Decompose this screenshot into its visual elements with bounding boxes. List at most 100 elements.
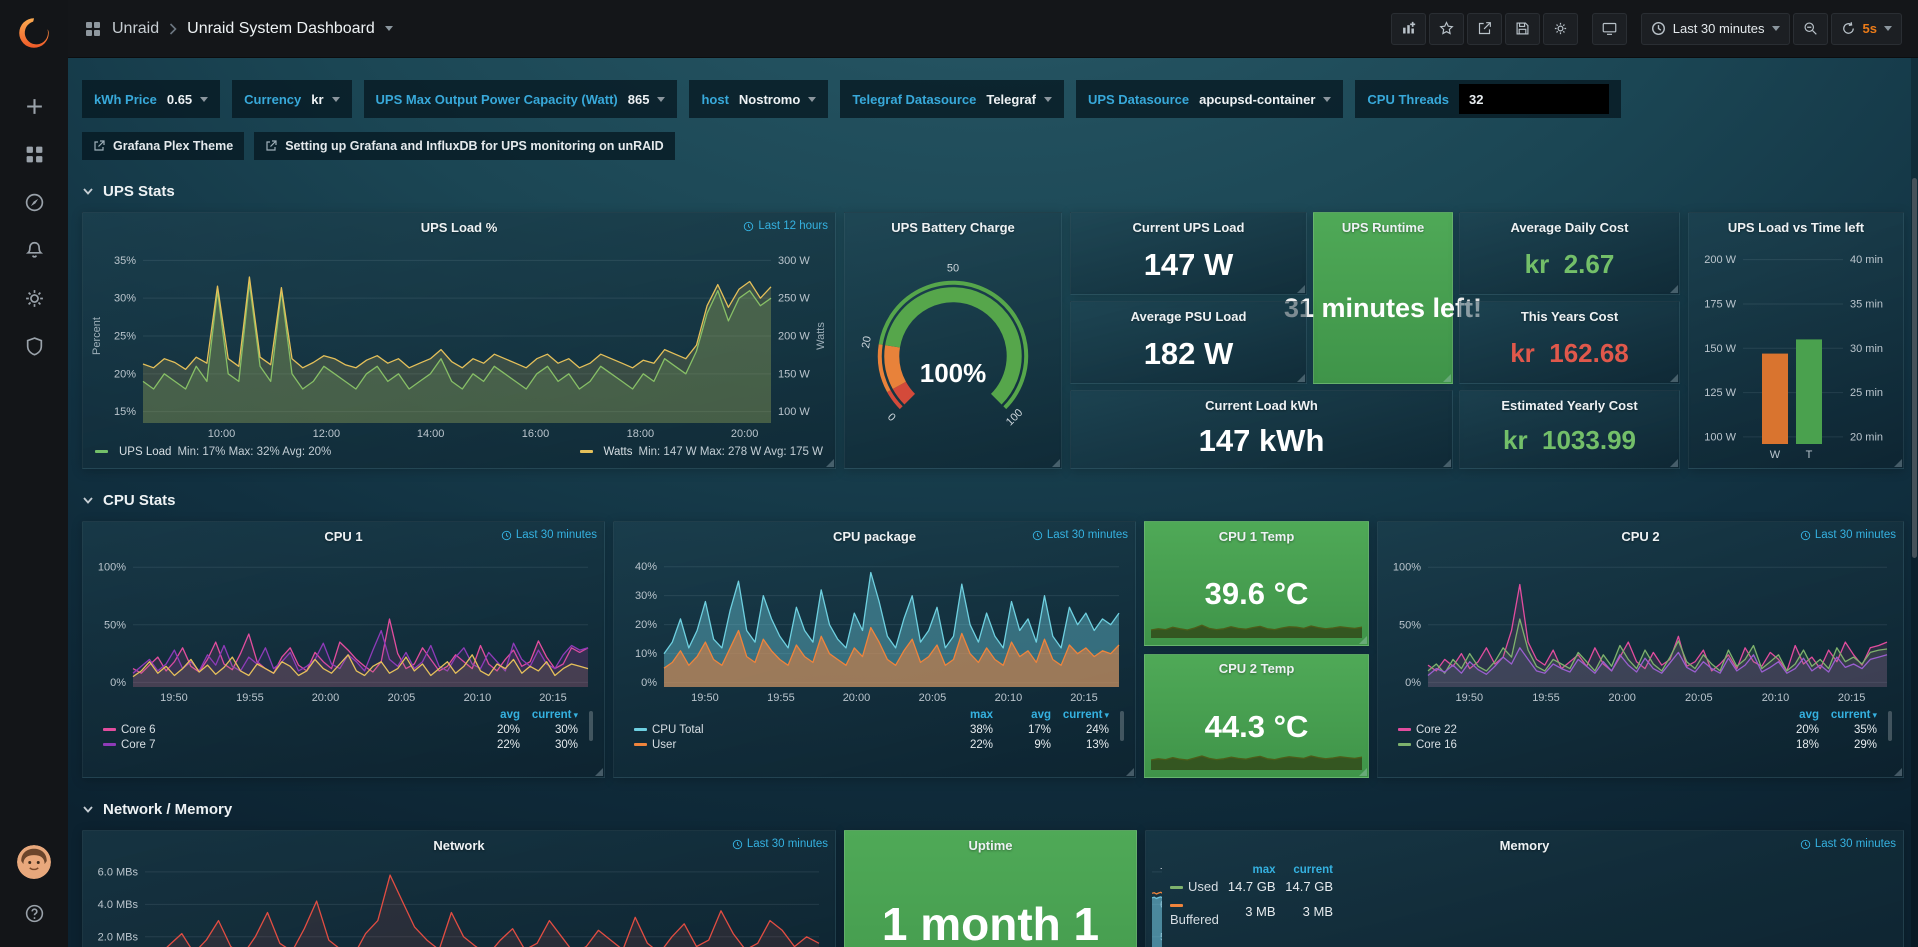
panel-title[interactable]: UPS Battery Charge <box>891 220 1015 235</box>
panel-title[interactable]: CPU 2 Temp <box>1219 661 1295 676</box>
star-button[interactable] <box>1429 13 1464 45</box>
legend-scrollbar[interactable] <box>589 711 593 741</box>
legend-item[interactable]: UPS LoadMin: 17% Max: 32% Avg: 20% <box>95 446 331 458</box>
dashboard-caret-icon[interactable] <box>385 26 393 31</box>
variable-telegraf-datasource[interactable]: Telegraf Datasource Telegraf <box>840 80 1064 118</box>
add-panel-button[interactable] <box>1391 13 1426 45</box>
avatar[interactable] <box>17 845 51 879</box>
panel-title[interactable]: Current Load kWh <box>1205 398 1318 413</box>
link-ups-monitoring-guide[interactable]: Setting up Grafana and InfluxDB for UPS … <box>254 132 674 160</box>
battery-gauge[interactable]: 02050100100% <box>851 241 1055 462</box>
variable-host[interactable]: host Nostromo <box>689 80 828 118</box>
variable-ups-datasource[interactable]: UPS Datasource apcupsd-container <box>1076 80 1343 118</box>
scrollbar-thumb[interactable] <box>1912 178 1917 558</box>
svg-text:4.0 MBs: 4.0 MBs <box>98 899 139 911</box>
legend-sort-header[interactable]: current <box>1280 863 1337 877</box>
load-vs-time-chart[interactable]: 200 W175 W150 W125 W100 W40 min35 min30 … <box>1695 241 1897 462</box>
panel-uptime: Uptime 1 month 1 <box>844 830 1137 947</box>
panel-cpu-package: CPU package Last 30 minutes 40%30%20%10%… <box>613 521 1136 778</box>
grafana-logo-icon[interactable] <box>13 12 55 54</box>
dashboard-links-row: Grafana Plex Theme Setting up Grafana an… <box>82 132 1904 160</box>
explore-icon[interactable] <box>0 178 68 226</box>
refresh-icon <box>1841 21 1856 36</box>
legend-sort-header[interactable]: avg <box>1765 708 1823 722</box>
server-admin-icon[interactable] <box>0 322 68 370</box>
legend-scrollbar[interactable] <box>1120 711 1124 741</box>
panel-title[interactable]: CPU package <box>833 529 916 544</box>
section-ups-stats[interactable]: UPS Stats <box>82 178 1904 204</box>
panel-title[interactable]: Average Daily Cost <box>1510 220 1628 235</box>
svg-text:35 min: 35 min <box>1850 298 1883 310</box>
save-button[interactable] <box>1505 13 1540 45</box>
panel-title[interactable]: Current UPS Load <box>1133 220 1245 235</box>
legend-sort-header[interactable]: avg <box>466 708 524 722</box>
panel-title[interactable]: Memory <box>1500 838 1550 853</box>
chevron-down-icon <box>82 803 94 815</box>
memory-chart[interactable]: 70.000000 GB60.000000 GB50.000000 GB <box>1152 859 1162 947</box>
apps-icon[interactable] <box>84 20 102 38</box>
panel-ups-load-vs-time-left: UPS Load vs Time left 200 W175 W150 W125… <box>1688 212 1904 469</box>
ups-load-chart[interactable]: 35%30%25%20%15%Percent300 W250 W200 W150… <box>89 241 829 441</box>
cpu-threads-input[interactable] <box>1459 84 1609 114</box>
svg-text:100%: 100% <box>920 358 987 388</box>
cpu-package-legend: maxavgcurrent▾CPU Total38%17%24%User22%9… <box>620 705 1129 771</box>
page-scrollbar[interactable] <box>1911 58 1918 947</box>
variable-currency[interactable]: Currency kr <box>232 80 351 118</box>
panel-title[interactable]: UPS Runtime <box>1342 220 1424 235</box>
refresh-button[interactable]: 5s <box>1831 13 1902 45</box>
dashboards-icon[interactable] <box>0 130 68 178</box>
legend-sort-header[interactable]: max <box>1223 863 1280 877</box>
legend-sort-header[interactable]: max <box>939 708 997 722</box>
cpu2-chart[interactable]: 100%50%0%19:5019:5520:0020:0520:1020:15 <box>1384 550 1897 705</box>
legend-item[interactable]: WattsMin: 147 W Max: 278 W Avg: 175 W <box>580 446 823 458</box>
configuration-icon[interactable] <box>0 274 68 322</box>
panel-title[interactable]: This Years Cost <box>1521 309 1618 324</box>
panel-title[interactable]: CPU 2 <box>1621 529 1659 544</box>
time-picker-button[interactable]: Last 30 minutes <box>1641 13 1790 45</box>
tv-kiosk-button[interactable] <box>1592 13 1627 45</box>
chevron-down-icon <box>332 97 340 102</box>
panel-estimated-yearly-cost: Estimated Yearly Cost kr 1033.99 <box>1459 390 1680 469</box>
dashboard-title[interactable]: Unraid System Dashboard <box>187 20 375 38</box>
chevron-down-icon <box>82 494 94 506</box>
create-icon[interactable] <box>0 82 68 130</box>
legend-sort-header[interactable]: current▾ <box>1055 708 1113 722</box>
clock-icon <box>501 530 512 541</box>
section-cpu-stats[interactable]: CPU Stats <box>82 487 1904 513</box>
svg-text:50%: 50% <box>1399 619 1421 631</box>
legend-swatch <box>103 728 116 731</box>
panel-title[interactable]: CPU 1 Temp <box>1219 529 1295 544</box>
panel-title[interactable]: Uptime <box>968 838 1012 853</box>
variable-kwh-price[interactable]: kWh Price 0.65 <box>82 80 220 118</box>
svg-text:0: 0 <box>885 411 898 424</box>
legend-sort-header[interactable]: current▾ <box>524 708 582 722</box>
panel-title[interactable]: Average PSU Load <box>1131 309 1247 324</box>
legend-sort-header[interactable]: current▾ <box>1823 708 1881 722</box>
ups_load-svg: 35%30%25%20%15%Percent300 W250 W200 W150… <box>89 241 829 441</box>
share-button[interactable] <box>1467 13 1502 45</box>
zoom-out-button[interactable] <box>1793 13 1828 45</box>
panel-title[interactable]: UPS Load vs Time left <box>1728 220 1864 235</box>
panel-title[interactable]: Network <box>433 838 484 853</box>
link-grafana-plex-theme[interactable]: Grafana Plex Theme <box>82 132 244 160</box>
load_vs_time-svg: 200 W175 W150 W125 W100 W40 min35 min30 … <box>1695 241 1897 462</box>
dashboard-settings-button[interactable] <box>1543 13 1578 45</box>
svg-text:15%: 15% <box>114 406 136 418</box>
network-chart[interactable]: 6.0 MBs4.0 MBs2.0 MBs <box>89 859 829 947</box>
help-icon[interactable] <box>0 889 68 937</box>
alerting-icon[interactable] <box>0 226 68 274</box>
legend-scrollbar[interactable] <box>1888 711 1892 741</box>
section-network-memory[interactable]: Network / Memory <box>82 796 1904 822</box>
svg-text:20%: 20% <box>114 368 136 380</box>
legend-swatch <box>103 743 116 746</box>
svg-text:T: T <box>1806 449 1813 461</box>
cpu-package-chart[interactable]: 40%30%20%10%0%19:5019:5520:0020:0520:102… <box>620 550 1129 705</box>
svg-text:20%: 20% <box>635 619 657 631</box>
legend-sort-header[interactable]: avg <box>997 708 1055 722</box>
panel-title[interactable]: Estimated Yearly Cost <box>1501 398 1637 413</box>
breadcrumb-root[interactable]: Unraid <box>112 20 159 38</box>
panel-title[interactable]: UPS Load % <box>421 220 498 235</box>
cpu1-chart[interactable]: 100%50%0%19:5019:5520:0020:0520:1020:15 <box>89 550 598 705</box>
variable-ups-max-output[interactable]: UPS Max Output Power Capacity (Watt) 865 <box>364 80 678 118</box>
panel-title[interactable]: CPU 1 <box>324 529 362 544</box>
